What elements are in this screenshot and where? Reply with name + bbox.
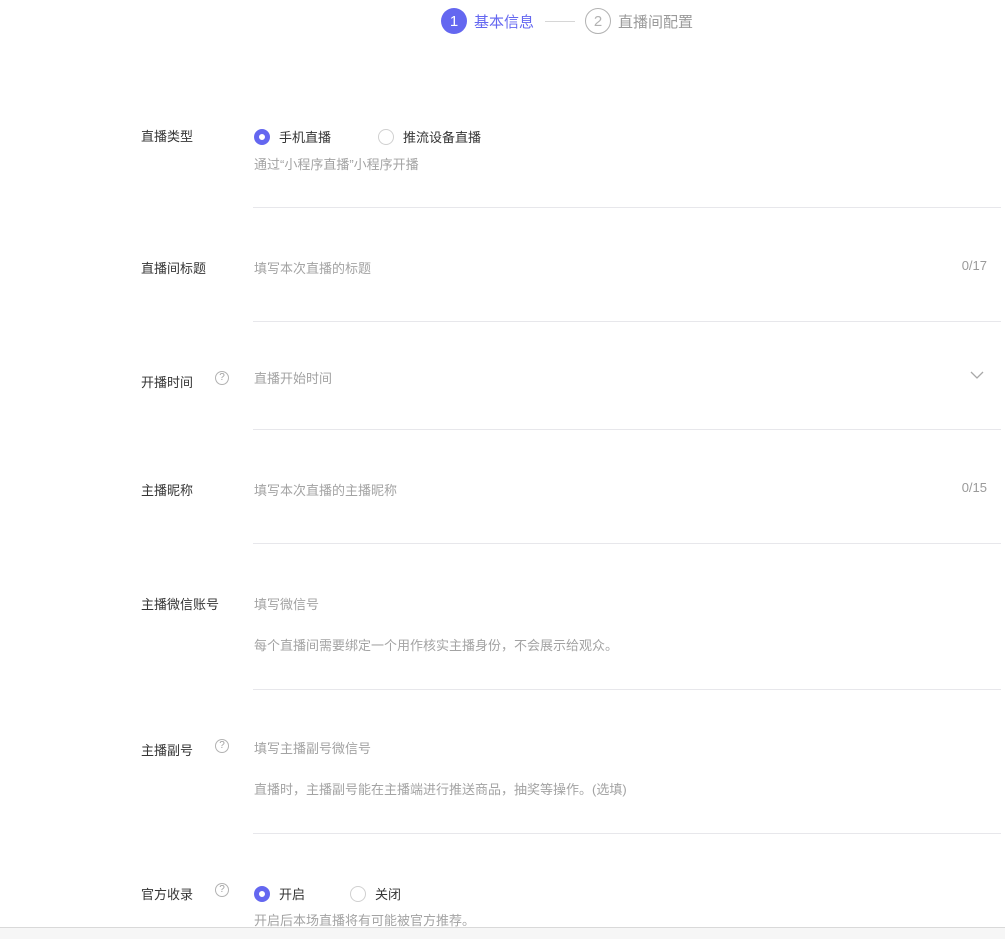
step-number: 2 (585, 8, 612, 34)
step-connector (545, 20, 576, 22)
step-label: 直播间配置 (618, 13, 694, 31)
divider (253, 543, 1001, 544)
live-type-hint: 通过“小程序直播”小程序开播 (254, 157, 419, 172)
chevron-down-icon[interactable] (970, 370, 984, 380)
divider (253, 429, 1001, 430)
anchor-name-counter: 0/15 (961, 480, 987, 495)
radio-label: 开启 (279, 887, 306, 902)
radio-official-off[interactable]: 关闭 (350, 884, 401, 903)
radio-label: 关闭 (375, 887, 402, 902)
radio-official-on[interactable]: 开启 (254, 884, 305, 903)
step-label: 基本信息 (474, 13, 535, 31)
radio-unchecked-icon (350, 885, 366, 902)
live-type-label: 直播类型 (141, 129, 194, 144)
radio-stream-device-live[interactable]: 推流设备直播 (378, 127, 481, 146)
start-time-label: 开播时间 (141, 375, 194, 390)
anchor-wechat-input[interactable] (254, 595, 934, 613)
title-input[interactable] (254, 259, 934, 277)
anchor-wechat-label: 主播微信账号 (141, 597, 220, 612)
radio-mobile-live[interactable]: 手机直播 (254, 127, 331, 146)
sub-anchor-input[interactable] (254, 739, 934, 757)
radio-checked-icon (254, 128, 270, 145)
anchor-name-input[interactable] (254, 481, 934, 499)
steps-indicator: 1 基本信息 2 直播间配置 (441, 8, 693, 34)
start-time-picker[interactable] (254, 369, 934, 387)
step-number: 1 (441, 8, 467, 34)
radio-checked-icon (254, 885, 270, 902)
anchor-wechat-hint: 每个直播间需要绑定一个用作核实主播身份，不会展示给观众。 (254, 638, 619, 653)
page-bottom-strip (0, 928, 1005, 939)
help-icon[interactable]: ? (215, 883, 229, 897)
help-icon[interactable]: ? (215, 371, 229, 385)
divider (253, 833, 1001, 834)
divider (253, 689, 1001, 690)
divider (253, 321, 1001, 322)
sub-anchor-label: 主播副号 (141, 743, 194, 758)
radio-unchecked-icon (378, 128, 394, 145)
radio-label: 推流设备直播 (403, 130, 482, 145)
radio-label: 手机直播 (279, 130, 332, 145)
step-basic-info: 1 基本信息 (441, 8, 534, 34)
help-icon[interactable]: ? (215, 739, 229, 753)
divider (253, 207, 1001, 208)
official-include-label: 官方收录 (141, 887, 194, 902)
step-room-config: 2 直播间配置 (585, 8, 693, 34)
sub-anchor-hint: 直播时，主播副号能在主播端进行推送商品，抽奖等操作。(选填) (254, 782, 627, 797)
title-counter: 0/17 (961, 258, 987, 273)
anchor-name-label: 主播昵称 (141, 483, 194, 498)
title-label: 直播间标题 (141, 261, 207, 276)
